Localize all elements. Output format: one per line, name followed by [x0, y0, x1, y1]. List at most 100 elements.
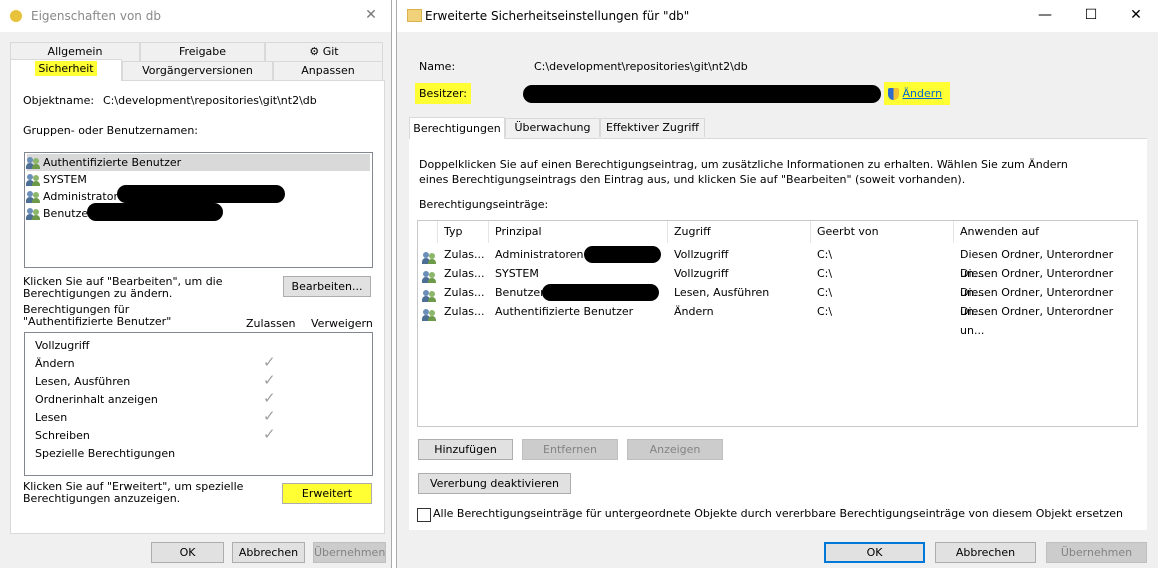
minimize-icon[interactable]: — — [1022, 0, 1068, 30]
table-row[interactable]: Zulas... Administratoren Vollzugriff C:\… — [418, 245, 1137, 280]
button-label: Übernehmen — [314, 546, 386, 559]
tab-git[interactable]: ⚙ Git — [265, 42, 383, 61]
table-row[interactable]: Zulas... Benutzer Lesen, Ausführen C:\ D… — [418, 283, 1137, 318]
advanced-hint: Klicken Sie auf "Erweitert", um speziell… — [23, 480, 244, 505]
column-header[interactable]: Typ — [438, 221, 489, 243]
button-label: Entfernen — [543, 443, 597, 456]
user-group-icon — [422, 252, 437, 264]
shield-icon — [888, 88, 899, 100]
redaction — [87, 203, 223, 221]
replace-checkbox[interactable] — [417, 508, 431, 522]
button-label: Abbrechen — [238, 546, 299, 559]
advanced-button[interactable]: Erweitert — [282, 483, 372, 504]
permission-item: Lesen — [35, 411, 68, 424]
object-name-label: Objektname: — [23, 94, 95, 107]
tab-berechtigungen[interactable]: Berechtigungen — [409, 117, 505, 139]
shield-folder-icon — [10, 10, 22, 22]
cell-access: Vollzugriff — [674, 267, 729, 280]
column-header[interactable]: Anwenden auf — [954, 221, 1137, 243]
ok-button[interactable]: OK — [151, 542, 224, 563]
checkmark-icon: ✓ — [263, 425, 276, 443]
redaction — [584, 246, 661, 263]
tab-effektiver-zugriff[interactable]: Effektiver Zugriff — [600, 118, 705, 137]
cancel-button[interactable]: Abbrechen — [232, 542, 305, 563]
tab-anpassen[interactable]: Anpassen — [273, 61, 383, 80]
title-bar: Eigenschaften von db ✕ — [0, 0, 391, 32]
tab-label: Berechtigungen — [413, 122, 501, 135]
checkmark-icon: ✓ — [263, 389, 276, 407]
user-name: Benutze — [43, 207, 89, 220]
entries-label: Berechtigungseinträge: — [419, 198, 549, 211]
list-item[interactable]: Authentifizierte Benutzer — [26, 154, 370, 171]
owner-label: Besitzer: — [415, 83, 471, 104]
permission-list[interactable]: Vollzugriff Ändern Lesen, Ausführen Ordn… — [24, 332, 373, 476]
cancel-button[interactable]: Abbrechen — [935, 542, 1036, 563]
change-owner-link[interactable]: Ändern — [884, 82, 950, 105]
edit-button[interactable]: Bearbeiten... — [283, 276, 371, 297]
list-item[interactable]: SYSTEM — [26, 171, 87, 188]
table-row[interactable]: Zulas... SYSTEM Vollzugriff C:\ Diesen O… — [418, 264, 1137, 299]
apply-button[interactable]: Übernehmen — [313, 542, 386, 563]
column-headers: Typ Prinzipal Zugriff Geerbt von Anwende… — [418, 221, 1137, 243]
permissions-for-label: Berechtigungen für "Authentifizierte Ben… — [23, 303, 172, 328]
maximize-icon[interactable]: ☐ — [1068, 0, 1114, 30]
cell-principal: SYSTEM — [495, 267, 539, 280]
tab-label: Git — [322, 45, 339, 58]
button-label: Bearbeiten... — [291, 280, 363, 293]
title-bar: Erweiterte Sicherheitseinstellungen für … — [397, 0, 1158, 32]
view-button[interactable]: Anzeigen — [627, 439, 723, 460]
close-icon[interactable]: ✕ — [356, 0, 386, 30]
cell-principal: Benutzer — [495, 286, 545, 299]
user-group-icon — [422, 271, 437, 283]
column-header[interactable]: Zugriff — [668, 221, 811, 243]
button-label: Anzeigen — [649, 443, 701, 456]
redaction — [542, 284, 659, 301]
user-list[interactable]: Authentifizierte Benutzer SYSTEM Adminis… — [24, 152, 373, 268]
tab-vorgaengerversionen[interactable]: Vorgängerversionen — [122, 61, 273, 80]
cell-access: Ändern — [674, 305, 714, 318]
info-text: Doppelklicken Sie auf einen Berechtigung… — [419, 158, 1068, 186]
window-title: Eigenschaften von db — [31, 9, 161, 23]
tab-freigabe[interactable]: Freigabe — [140, 42, 265, 61]
cell-type: Zulas... — [444, 305, 485, 318]
user-group-icon — [422, 309, 437, 321]
disable-inheritance-button[interactable]: Vererbung deaktivieren — [418, 473, 571, 494]
user-name: Authentifizierte Benutzer — [43, 156, 182, 169]
user-group-icon — [422, 290, 437, 302]
ok-button[interactable]: OK — [824, 542, 925, 563]
user-group-icon — [26, 208, 41, 220]
window-title: Erweiterte Sicherheitseinstellungen für … — [425, 9, 690, 23]
cell-type: Zulas... — [444, 248, 485, 261]
remove-button[interactable]: Entfernen — [522, 439, 618, 460]
table-row[interactable]: Zulas... Authentifizierte Benutzer Änder… — [418, 302, 1137, 337]
button-label: Abbrechen — [955, 546, 1016, 559]
add-button[interactable]: Hinzufügen — [418, 439, 513, 460]
permission-item: Ändern — [35, 357, 75, 370]
column-header[interactable]: Geerbt von — [811, 221, 954, 243]
list-item[interactable]: Benutze — [26, 205, 89, 222]
cell-access: Vollzugriff — [674, 248, 729, 261]
tab-ueberwachung[interactable]: Überwachung — [505, 118, 600, 137]
cell-type: Zulas... — [444, 286, 485, 299]
name-value: C:\development\repositories\git\nt2\db — [534, 60, 748, 73]
button-label: OK — [866, 546, 883, 559]
button-label: Erweitert — [301, 487, 353, 500]
advanced-security-dialog: Erweiterte Sicherheitseinstellungen für … — [396, 0, 1158, 568]
permission-item: Lesen, Ausführen — [35, 375, 131, 388]
redaction — [523, 85, 881, 103]
deny-header: Verweigern — [311, 317, 373, 330]
user-name: SYSTEM — [43, 173, 87, 186]
cell-inherited: C:\ — [817, 248, 833, 261]
column-header[interactable] — [418, 221, 438, 243]
cell-inherited: C:\ — [817, 267, 833, 280]
tab-label: Effektiver Zugriff — [606, 121, 699, 134]
cell-principal: Authentifizierte Benutzer — [495, 305, 634, 318]
tab-sicherheit[interactable]: Sicherheit — [10, 59, 122, 81]
tab-label: Sicherheit — [35, 61, 97, 76]
apply-button[interactable]: Übernehmen — [1046, 542, 1147, 563]
column-header[interactable]: Prinzipal — [489, 221, 668, 243]
redaction — [117, 185, 285, 203]
cell-inherited: C:\ — [817, 305, 833, 318]
permission-entries-list[interactable]: Typ Prinzipal Zugriff Geerbt von Anwende… — [417, 220, 1138, 427]
close-icon[interactable]: ✕ — [1113, 0, 1158, 30]
